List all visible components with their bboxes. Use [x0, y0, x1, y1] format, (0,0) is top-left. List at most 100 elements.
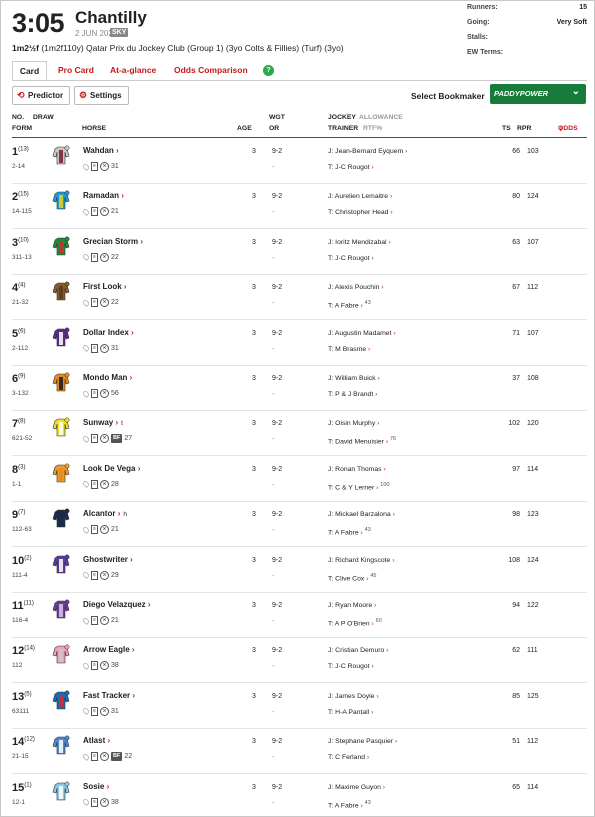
tracker-icon[interactable]: ×	[100, 797, 109, 807]
horse-name-link[interactable]: Sosie ›	[83, 782, 109, 791]
trainer-link[interactable]: T: H-A Pantall ›	[328, 709, 373, 716]
jockey-link[interactable]: J: William Buick ›	[328, 375, 380, 382]
jockey-link[interactable]: J: Stephane Pasquier ›	[328, 738, 397, 745]
location-pin-icon[interactable]	[82, 434, 90, 443]
trainer-link[interactable]: T: David Menuisier › 76	[328, 436, 396, 445]
trainer-link[interactable]: T: Christopher Head ›	[328, 209, 393, 216]
location-pin-icon[interactable]	[82, 571, 90, 580]
location-pin-icon[interactable]	[82, 207, 90, 216]
tracker-icon[interactable]: ×	[100, 525, 109, 535]
location-pin-icon[interactable]	[82, 616, 90, 625]
horse-name-link[interactable]: Look De Vega ›	[83, 464, 140, 473]
horse-name-link[interactable]: Sunway › t	[83, 418, 123, 427]
location-pin-icon[interactable]	[82, 389, 90, 398]
trainer-link[interactable]: T: A Fabre › 43	[328, 800, 371, 809]
bookmaker-select[interactable]: PADDYPOWER ⌄	[490, 84, 586, 104]
location-pin-icon[interactable]	[82, 253, 90, 262]
trainer-link[interactable]: T: Clive Cox › 45	[328, 573, 376, 582]
horse-name-link[interactable]: Ghostwriter ›	[83, 555, 133, 564]
tracker-icon[interactable]: ×	[100, 389, 109, 398]
notes-icon[interactable]: ≡	[91, 525, 98, 535]
horse-name-link[interactable]: First Look ›	[83, 282, 127, 291]
horse-name-link[interactable]: Fast Tracker ›	[83, 691, 135, 700]
tracker-icon[interactable]: ×	[100, 661, 109, 671]
trainer-link[interactable]: T: J-C Rougot ›	[328, 255, 374, 262]
horse-name-link[interactable]: Alcantor › h	[83, 509, 127, 518]
tracker-icon[interactable]: ×	[100, 706, 109, 716]
location-pin-icon[interactable]	[82, 752, 90, 761]
tab-at-a-glance[interactable]: At-a-glance	[104, 61, 162, 80]
horse-name-link[interactable]: Atlast ›	[83, 736, 110, 745]
header-odds[interactable]: ODDS ⇃	[558, 125, 578, 133]
notes-icon[interactable]: ≡	[91, 252, 98, 262]
jockey-link[interactable]: J: Richard Kingscote ›	[328, 557, 395, 564]
tab-card[interactable]: Card	[12, 61, 47, 81]
tracker-icon[interactable]: ×	[100, 434, 109, 444]
trainer-link[interactable]: T: P & J Brandt ›	[328, 391, 377, 398]
jockey-link[interactable]: J: Mickael Barzalona ›	[328, 511, 395, 518]
jockey-link[interactable]: J: Oisin Murphy ›	[328, 420, 379, 427]
notes-icon[interactable]: ≡	[91, 661, 98, 671]
tracker-icon[interactable]: ×	[100, 752, 109, 762]
jockey-link[interactable]: J: Alexis Pouchin ›	[328, 284, 384, 291]
notes-icon[interactable]: ≡	[91, 706, 98, 716]
notes-icon[interactable]: ≡	[91, 479, 98, 489]
horse-name-link[interactable]: Ramadan ›	[83, 191, 124, 200]
location-pin-icon[interactable]	[82, 525, 90, 534]
location-pin-icon[interactable]	[82, 162, 90, 171]
trainer-link[interactable]: T: J-C Rougot ›	[328, 164, 374, 171]
horse-name-link[interactable]: Wahdan ›	[83, 146, 119, 155]
jockey-link[interactable]: J: Ioritz Mendizabal ›	[328, 239, 391, 246]
jockey-link[interactable]: J: Cristian Demuro ›	[328, 647, 388, 654]
notes-icon[interactable]: ≡	[91, 616, 98, 625]
tracker-icon[interactable]: ×	[100, 479, 109, 489]
jockey-link[interactable]: J: Ronan Thomas ›	[328, 466, 386, 473]
location-pin-icon[interactable]	[82, 798, 90, 807]
trainer-link[interactable]: T: C & Y Lerner › 100	[328, 482, 389, 491]
tracker-icon[interactable]: ×	[100, 343, 109, 353]
notes-icon[interactable]: ≡	[91, 389, 98, 398]
tracker-icon[interactable]: ×	[100, 162, 109, 171]
trainer-link[interactable]: T: M Brasme ›	[328, 346, 370, 353]
location-pin-icon[interactable]	[82, 298, 90, 307]
notes-icon[interactable]: ≡	[91, 207, 98, 217]
location-pin-icon[interactable]	[82, 661, 90, 670]
tab-odds-comparison[interactable]: Odds Comparison	[168, 61, 254, 80]
tracker-icon[interactable]: ×	[100, 570, 109, 580]
trainer-link[interactable]: T: C Ferland ›	[328, 754, 369, 761]
notes-icon[interactable]: ≡	[91, 434, 98, 444]
jockey-link[interactable]: J: Aurelien Lemaitre ›	[328, 193, 392, 200]
tracker-icon[interactable]: ×	[100, 298, 109, 308]
jockey-link[interactable]: J: Jean-Bernard Eyquem ›	[328, 148, 407, 155]
horse-name-link[interactable]: Diego Velazquez ›	[83, 600, 151, 609]
trainer-link[interactable]: T: A Fabre › 43	[328, 527, 371, 536]
settings-button[interactable]: ⚙ Settings	[74, 86, 129, 105]
notes-icon[interactable]: ≡	[91, 797, 98, 807]
notes-icon[interactable]: ≡	[91, 162, 98, 171]
notes-icon[interactable]: ≡	[91, 752, 98, 762]
notes-icon[interactable]: ≡	[91, 570, 98, 580]
trainer-link[interactable]: T: J-C Rougot ›	[328, 663, 374, 670]
notes-icon[interactable]: ≡	[91, 343, 98, 353]
course-name[interactable]: Chantilly	[75, 8, 147, 28]
jockey-link[interactable]: J: Maxime Guyon ›	[328, 784, 385, 791]
location-pin-icon[interactable]	[82, 707, 90, 716]
jockey-link[interactable]: J: Augustin Madamet ›	[328, 330, 396, 337]
notes-icon[interactable]: ≡	[91, 298, 98, 308]
horse-name-link[interactable]: Grecian Storm ›	[83, 237, 143, 246]
tracker-icon[interactable]: ×	[100, 207, 109, 217]
tracker-icon[interactable]: ×	[100, 252, 109, 262]
tracker-icon[interactable]: ×	[100, 616, 109, 625]
tab-pro-card[interactable]: Pro Card	[52, 61, 100, 80]
trainer-link[interactable]: T: A Fabre › 43	[328, 300, 371, 309]
predictor-button[interactable]: ⟲ Predictor	[12, 86, 70, 105]
horse-name-link[interactable]: Arrow Eagle ›	[83, 645, 135, 654]
help-icon[interactable]: ?	[263, 65, 274, 76]
location-pin-icon[interactable]	[82, 344, 90, 353]
trainer-link[interactable]: T: A P O'Brien › 60	[328, 618, 382, 627]
horse-name-link[interactable]: Mondo Man ›	[83, 373, 132, 382]
location-pin-icon[interactable]	[82, 480, 90, 489]
jockey-link[interactable]: J: James Doyle ›	[328, 693, 379, 700]
horse-name-link[interactable]: Dollar Index ›	[83, 328, 134, 337]
jockey-link[interactable]: J: Ryan Moore ›	[328, 602, 376, 609]
